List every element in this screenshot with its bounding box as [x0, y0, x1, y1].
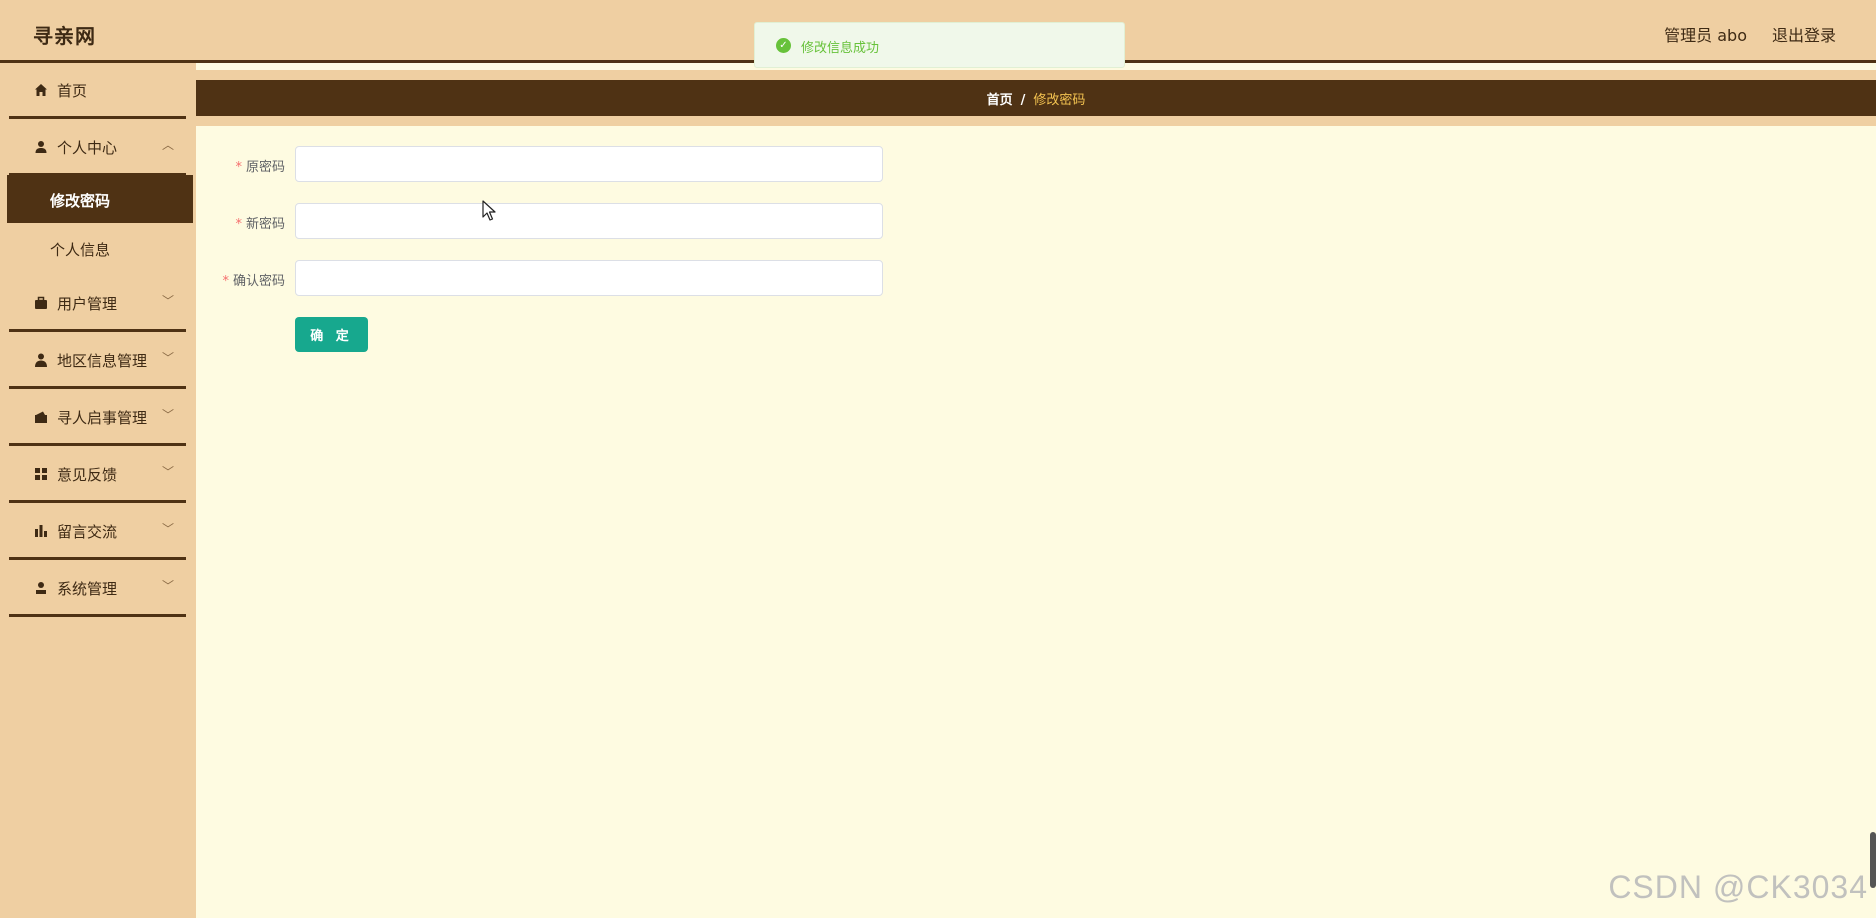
sidebar-item-label: 系统管理	[57, 580, 118, 598]
sidebar-subitem-personal-info[interactable]: 个人信息	[7, 224, 193, 272]
content-top-strip	[196, 70, 1876, 80]
required-mark: *	[222, 274, 229, 289]
breadcrumb-separator: /	[1020, 93, 1026, 108]
mouse-cursor-icon	[482, 200, 496, 221]
new-password-label: * 新密码	[235, 217, 285, 232]
sidebar-item-personal-center[interactable]: 个人中心 ︿	[0, 120, 196, 176]
scrollbar-thumb[interactable]	[1870, 832, 1876, 888]
new-password-input[interactable]	[295, 203, 883, 239]
wallet-icon	[35, 411, 47, 423]
sidebar-item-label: 意见反馈	[57, 466, 118, 484]
sidebar-subitem-change-password[interactable]: 修改密码	[7, 175, 193, 223]
sidebar-item-label: 用户管理	[57, 295, 118, 313]
confirm-button[interactable]: 确 定	[295, 317, 368, 352]
chevron-down-icon: ﹀	[162, 408, 175, 422]
logout-link[interactable]: 退出登录	[1772, 22, 1836, 46]
sidebar-item-system-management[interactable]: 系统管理 ﹀	[0, 561, 196, 617]
required-mark: *	[235, 217, 242, 232]
confirm-password-input[interactable]	[295, 260, 883, 296]
sidebar-item-home[interactable]: 首页	[0, 63, 196, 119]
sidebar-item-label: 地区信息管理	[57, 352, 148, 370]
sidebar-item-label: 个人中心	[57, 139, 118, 157]
old-password-input[interactable]	[295, 146, 883, 182]
confirm-password-label: * 确认密码	[222, 274, 285, 289]
watermark: CSDN @CK3034	[1608, 869, 1868, 905]
sidebar-subitem-label: 个人信息	[50, 241, 111, 259]
briefcase-icon	[35, 296, 47, 309]
content-bottom-strip	[196, 116, 1876, 126]
breadcrumb-current: 修改密码	[1033, 93, 1086, 108]
chevron-up-icon: ︿	[162, 138, 175, 152]
person-icon	[35, 353, 47, 367]
divider	[9, 443, 186, 446]
sidebar: 首页 个人中心 ︿ 修改密码 个人信息 用户管理 ﹀ 地区信息管理 ﹀ 寻人启事…	[0, 63, 196, 918]
breadcrumb-home-link[interactable]: 首页	[987, 93, 1013, 108]
divider	[9, 386, 186, 389]
chevron-down-icon: ﹀	[162, 579, 175, 593]
chevron-down-icon: ﹀	[162, 351, 175, 365]
old-password-label: * 原密码	[235, 160, 285, 175]
sidebar-item-label: 留言交流	[57, 523, 118, 541]
chevron-down-icon: ﹀	[162, 522, 175, 536]
sidebar-item-label: 寻人启事管理	[57, 409, 148, 427]
user-icon	[35, 141, 47, 153]
divider	[9, 500, 186, 503]
bar-chart-icon	[35, 525, 47, 537]
home-icon	[35, 84, 47, 96]
sidebar-item-label: 首页	[57, 82, 88, 100]
user-admin-icon	[36, 582, 46, 594]
chevron-down-icon: ﹀	[162, 465, 175, 479]
check-circle-icon: ✓	[776, 38, 791, 53]
grid-icon	[35, 468, 47, 480]
chevron-down-icon: ﹀	[162, 294, 175, 308]
sidebar-item-region-management[interactable]: 地区信息管理 ﹀	[0, 333, 196, 389]
sidebar-subitem-label: 修改密码	[50, 192, 111, 210]
current-user-label: 管理员 abo	[1664, 26, 1747, 45]
success-toast: ✓ 修改信息成功	[754, 22, 1125, 68]
site-title: 寻亲网	[33, 24, 96, 48]
divider	[9, 116, 186, 119]
sidebar-item-missing-notice-management[interactable]: 寻人启事管理 ﹀	[0, 390, 196, 446]
divider	[9, 329, 186, 332]
required-mark: *	[235, 160, 242, 175]
divider	[9, 614, 186, 617]
divider	[9, 557, 186, 560]
toast-message: 修改信息成功	[801, 41, 880, 56]
breadcrumb: 首页 / 修改密码	[196, 80, 1876, 116]
sidebar-item-feedback[interactable]: 意见反馈 ﹀	[0, 447, 196, 503]
sidebar-item-message-board[interactable]: 留言交流 ﹀	[0, 504, 196, 560]
sidebar-item-user-management[interactable]: 用户管理 ﹀	[0, 276, 196, 332]
